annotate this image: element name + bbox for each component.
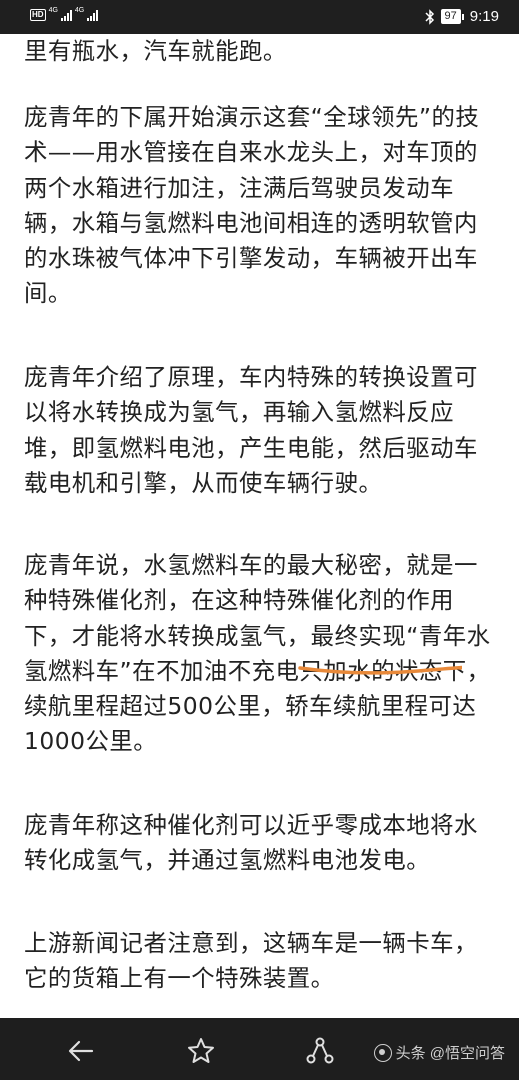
battery-level: 97 [440, 9, 461, 24]
watermark: 头条 @悟空问答 [373, 1042, 505, 1063]
clock: 9:19 [469, 8, 499, 25]
battery-icon: 97 [440, 9, 464, 24]
sim1-network-label: 4G [48, 6, 58, 14]
article-paragraph: 庞青年说，水氢燃料车的最大秘密，就是一种特殊催化剂，在这种特殊催化剂的作用下，才… [24, 551, 491, 756]
bluetooth-icon [425, 8, 435, 25]
wukong-logo-icon [373, 1043, 392, 1062]
back-arrow-icon [68, 1040, 94, 1062]
article-paragraph: 上游新闻记者注意到，这辆车是一辆卡车，它的货箱上有一个特殊装置。 [24, 929, 478, 993]
status-bar: HD 4G 4G 97 9:19 [0, 0, 519, 34]
share-icon [306, 1037, 334, 1064]
status-left: HD 4G 4G [30, 6, 99, 21]
hd-badge: HD [30, 9, 46, 21]
sim2-network-label: 4G [74, 6, 85, 14]
article-paragraph: 庞青年介绍了原理，车内特殊的转换设置可以将水转换成为氢气，再输入氢燃料反应堆，即… [24, 363, 478, 497]
back-button[interactable] [66, 1036, 96, 1066]
bottom-nav-bar: 头条 @悟空问答 [0, 1018, 519, 1080]
favorite-button[interactable] [186, 1036, 216, 1066]
status-right: 97 9:19 [425, 8, 499, 25]
signal-icon [60, 9, 72, 21]
share-button[interactable] [305, 1036, 335, 1066]
star-icon [188, 1038, 214, 1063]
article-paragraph: 庞青年的下属开始演示这套“全球领先”的技术——用水管接在自来水龙头上，对车顶的两… [24, 103, 480, 308]
highlight-underline [298, 665, 462, 675]
watermark-text: 头条 @悟空问答 [395, 1045, 505, 1062]
article-paragraph: 庞青年称这种催化剂可以近乎零成本地将水转化成氢气，并通过氢燃料电池发电。 [24, 811, 478, 875]
article-paragraph: 里有瓶水，汽车就能跑。 [24, 37, 287, 65]
signal-icon [87, 9, 99, 21]
